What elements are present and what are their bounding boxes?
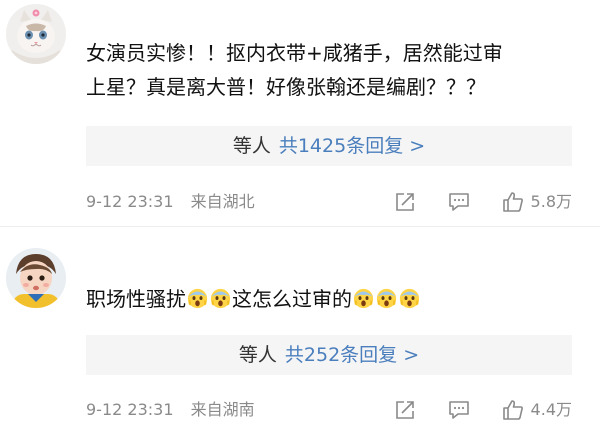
comment-time: 9-12 23:31: [86, 400, 174, 419]
comment-text: 职场性骚扰 这怎么过审的: [86, 282, 572, 316]
comment-meta: 9-12 23:31 来自湖南 4.4万: [86, 396, 572, 424]
share-button[interactable]: [393, 190, 417, 214]
divider: [0, 226, 600, 227]
comment-location: 来自湖南: [190, 400, 255, 419]
replies-who: 等人: [232, 135, 271, 157]
replies-count: 共252条回复 >: [284, 344, 420, 366]
comment-text-line: 女演员实惨！！抠内衣带+咸猪手，居然能过审: [86, 41, 503, 65]
replies-count: 共1425条回复 >: [278, 135, 426, 157]
comment-text-line: 上星？真是离大普！好像张翰还是编剧？？？: [86, 75, 486, 99]
comment-item: 职场性骚扰 这怎么过审的 等人 共252条回复 > 9-12 23:31 来自湖南: [0, 232, 600, 425]
comment-meta: 9-12 23:31 来自湖北 5.8万: [86, 188, 572, 216]
like-count: 4.4万: [530, 400, 572, 419]
replies-link[interactable]: 等人 共252条回复 >: [86, 335, 572, 375]
comment-button[interactable]: [447, 190, 471, 214]
comment-actions: 4.4万: [363, 396, 572, 424]
comment-text-mid: 这怎么过审的: [232, 287, 352, 311]
comment-location: 来自湖北: [190, 192, 255, 211]
comment-text-main: 职场性骚扰: [86, 287, 186, 311]
cat-avatar-image: [6, 4, 66, 64]
scream-emoji: [399, 288, 420, 309]
comment-time: 9-12 23:31: [86, 192, 174, 211]
share-icon: [395, 193, 414, 211]
thumbs-up-icon: [502, 192, 523, 212]
replies-who: 等人: [238, 344, 277, 366]
scream-emoji: [210, 288, 231, 309]
thumbs-up-icon: [502, 400, 523, 420]
share-icon: [395, 401, 414, 419]
like-button[interactable]: 4.4万: [501, 396, 572, 424]
like-button[interactable]: 5.8万: [501, 188, 572, 216]
scream-emoji: [353, 288, 374, 309]
baby-avatar-image: [6, 248, 66, 308]
comment-text: 女演员实惨！！抠内衣带+咸猪手，居然能过审 上星？真是离大普！好像张翰还是编剧？…: [86, 36, 572, 104]
like-count: 5.8万: [530, 192, 572, 211]
comment-icon: [448, 193, 469, 211]
cat-avatar[interactable]: [6, 4, 66, 64]
comment-item: 女演员实惨！！抠内衣带+咸猪手，居然能过审 上星？真是离大普！好像张翰还是编剧？…: [0, 0, 600, 222]
comment-button[interactable]: [447, 398, 471, 422]
baby-avatar[interactable]: [6, 248, 66, 308]
comment-icon: [448, 401, 469, 419]
share-button[interactable]: [393, 398, 417, 422]
comment-actions: 5.8万: [363, 188, 572, 216]
scream-emoji: [187, 288, 208, 309]
replies-link[interactable]: 等人 共1425条回复 >: [86, 126, 572, 166]
scream-emoji: [376, 288, 397, 309]
